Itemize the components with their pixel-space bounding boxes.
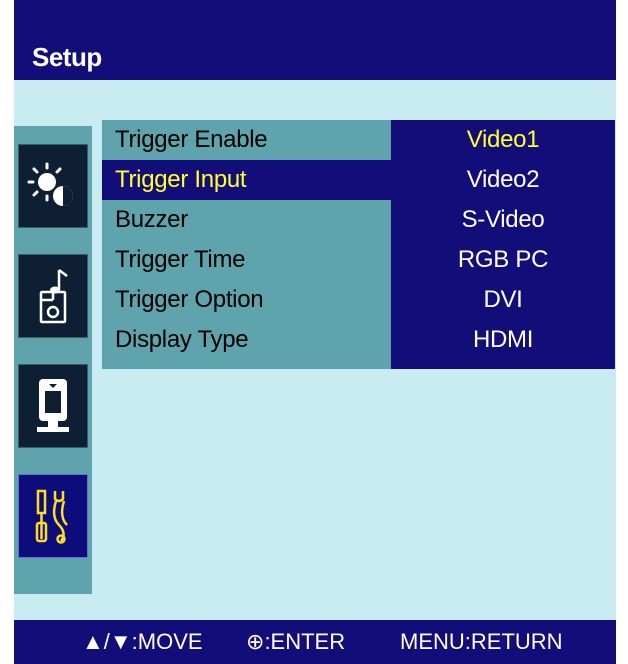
menu-item-trigger-enable[interactable]: Trigger Enable [102, 120, 391, 160]
option-video2[interactable]: Video2 [391, 160, 615, 200]
osd-window: Setup Trigger Enable Trigger Input Buzze… [14, 0, 616, 664]
enter-hint: ⊕:ENTER [246, 620, 345, 664]
option-dvi[interactable]: DVI [391, 280, 615, 320]
osd-body: Trigger Enable Trigger Input Buzzer Trig… [14, 80, 616, 620]
menu-item-trigger-input[interactable]: Trigger Input [102, 160, 391, 200]
enter-hint-label: :ENTER [264, 629, 346, 654]
option-rgb-pc[interactable]: RGB PC [391, 240, 615, 280]
header-bar: Setup [14, 0, 616, 80]
monitor-glyph [37, 379, 69, 432]
options-panel: Video1 Video2 S-Video RGB PC DVI HDMI [391, 120, 615, 369]
option-hdmi[interactable]: HDMI [391, 320, 615, 360]
footer-hint-bar: ▲/▼:MOVE ⊕:ENTER MENU:RETURN [14, 620, 616, 664]
setup-tools-icon[interactable] [18, 474, 88, 558]
menu-item-display-type[interactable]: Display Type [102, 320, 391, 360]
menu-panel: Trigger Enable Trigger Input Buzzer Trig… [102, 120, 391, 369]
menu-item-trigger-option[interactable]: Trigger Option [102, 280, 391, 320]
picture-icon[interactable] [18, 144, 88, 228]
screen-icon[interactable] [18, 364, 88, 448]
move-hint-label: :MOVE [131, 629, 203, 654]
move-hint: ▲/▼:MOVE [82, 620, 203, 664]
return-hint-label: :RETURN [464, 629, 563, 654]
page-title: Setup [32, 42, 102, 72]
option-s-video[interactable]: S-Video [391, 200, 615, 240]
return-hint: MENU:RETURN [400, 620, 563, 664]
sun-contrast-glyph [27, 162, 73, 206]
up-down-arrows-icon: ▲/▼ [82, 629, 132, 654]
menu-item-buzzer[interactable]: Buzzer [102, 200, 391, 240]
enter-button-icon: ⊕ [246, 629, 265, 654]
category-strip [14, 126, 92, 594]
menu-key-label: MENU [400, 629, 465, 654]
music-note-glyph [39, 269, 68, 324]
menu-item-trigger-time[interactable]: Trigger Time [102, 240, 391, 280]
sound-icon[interactable] [18, 254, 88, 338]
option-video1[interactable]: Video1 [391, 120, 615, 160]
screwdriver-wrench-glyph [35, 489, 68, 544]
